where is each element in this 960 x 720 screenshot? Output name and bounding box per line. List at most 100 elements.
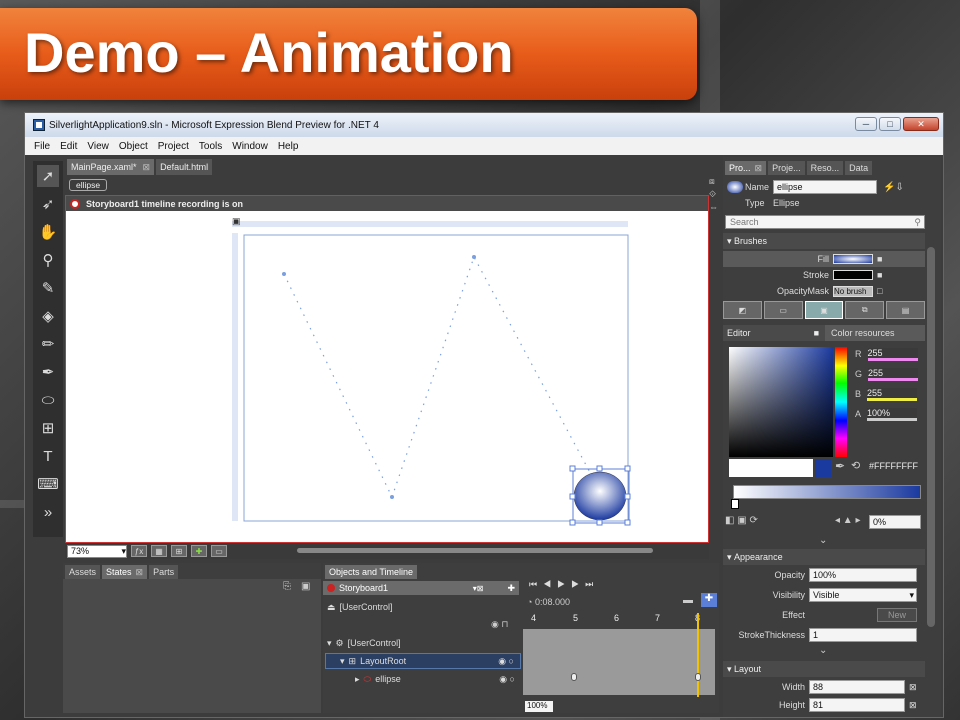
brush-resources-tab-icon[interactable]: ▤ bbox=[886, 301, 925, 319]
storyboard-options-icon[interactable]: ▾⊠ bbox=[473, 584, 484, 593]
visibility-eye-icon[interactable]: ◉ ○ bbox=[498, 656, 514, 667]
solid-brush-tab-icon[interactable]: ▭ bbox=[763, 301, 803, 319]
transition-preview-icon[interactable]: ▣ bbox=[301, 581, 310, 592]
menu-view[interactable]: View bbox=[82, 141, 114, 152]
resize-handle[interactable] bbox=[569, 519, 576, 526]
tab-assets[interactable]: Assets bbox=[65, 565, 101, 579]
advanced-options-icon[interactable]: ■ bbox=[877, 254, 882, 264]
horizontal-scrollbar[interactable] bbox=[297, 548, 653, 553]
gradient-mode-icons[interactable]: ◧ ▣ ⟳ bbox=[725, 515, 758, 526]
green-channel[interactable]: G 255 bbox=[855, 367, 925, 381]
record-keyframe-icon[interactable]: ▬ bbox=[683, 595, 693, 606]
new-storyboard-icon[interactable]: ✚ bbox=[507, 583, 515, 594]
window-titlebar[interactable]: SilverlightApplication9.sln - Microsoft … bbox=[25, 113, 943, 137]
selection-arrow-icon[interactable]: ➚ bbox=[37, 165, 59, 187]
storyboard-selector[interactable]: Storyboard1 ▾⊠ ✚ bbox=[323, 581, 519, 595]
asset-tool-icon[interactable]: ⌨ bbox=[37, 473, 59, 495]
artboard[interactable]: ▣ bbox=[65, 211, 709, 543]
playhead[interactable] bbox=[697, 613, 699, 697]
opacity-input[interactable]: 100% bbox=[809, 568, 917, 582]
direct-selection-icon[interactable]: ➶ bbox=[37, 193, 59, 215]
new-effect-button[interactable]: New bbox=[877, 608, 917, 622]
tree-item-scope[interactable]: ⏏ [UserControl] bbox=[327, 599, 393, 615]
text-tool-icon[interactable]: T bbox=[37, 445, 59, 467]
blue-channel[interactable]: B 255 bbox=[855, 387, 925, 401]
gradient-stop-offset[interactable]: 0% bbox=[869, 515, 921, 529]
maximize-button[interactable]: □ bbox=[879, 117, 901, 131]
tab-properties[interactable]: Pro... ⊠ bbox=[725, 161, 767, 175]
resize-handle[interactable] bbox=[624, 493, 631, 500]
brushes-section-header[interactable]: ▾ Brushes bbox=[723, 233, 925, 249]
stroke-row[interactable]: Stroke ■ bbox=[723, 267, 925, 283]
menu-help[interactable]: Help bbox=[273, 141, 304, 152]
keyframe-marker[interactable] bbox=[571, 673, 577, 681]
resize-handle[interactable] bbox=[624, 519, 631, 526]
close-tab-icon[interactable]: ⊠ bbox=[755, 163, 763, 174]
menu-project[interactable]: Project bbox=[153, 141, 194, 152]
tab-color-resources[interactable]: Color resources bbox=[825, 325, 925, 341]
minimize-button[interactable]: ─ bbox=[855, 117, 877, 131]
tree-item-ellipse[interactable]: ▸ ⬭ ellipse ◉ ○ bbox=[325, 671, 521, 687]
last-color-icon[interactable]: ⟲ bbox=[851, 459, 860, 472]
opacity-mask-swatch[interactable]: No brush bbox=[833, 285, 873, 297]
breadcrumb-ellipse[interactable]: ellipse bbox=[69, 179, 108, 191]
reverse-stops-icon[interactable]: ◂ ▲ ▸ bbox=[835, 515, 861, 526]
fx-toggle-icon[interactable]: ƒx bbox=[131, 545, 147, 557]
motion-path-point[interactable] bbox=[390, 495, 394, 499]
advanced-options-icon[interactable]: □ bbox=[877, 286, 882, 296]
ellipse-shape[interactable] bbox=[573, 471, 627, 521]
playback-controls[interactable]: ⏮◀▶▶⏭ bbox=[529, 579, 599, 590]
gradient-brush-tab-icon[interactable]: ▣ bbox=[804, 301, 844, 319]
tree-item-layoutroot[interactable]: ▾ ⊞ LayoutRoot ◉ ○ bbox=[325, 653, 521, 669]
name-input[interactable]: ellipse bbox=[773, 180, 877, 194]
eyedropper-icon[interactable]: ✒ bbox=[835, 459, 845, 473]
close-tab-icon[interactable]: ⊠ bbox=[136, 567, 144, 578]
visibility-select[interactable]: Visible ▾ bbox=[809, 588, 917, 602]
close-button[interactable]: ✕ bbox=[903, 117, 939, 131]
gradient-stop-handle[interactable] bbox=[731, 499, 739, 509]
resize-handle[interactable] bbox=[624, 465, 631, 472]
more-tools-icon[interactable]: » bbox=[37, 501, 59, 523]
tab-editor[interactable]: Editor ■ bbox=[723, 325, 825, 341]
tile-brush-tab-icon[interactable]: ⧉ bbox=[845, 301, 885, 319]
timeline-zoom[interactable]: 100% bbox=[525, 701, 553, 712]
pencil-icon[interactable]: ✏ bbox=[37, 333, 59, 355]
tree-item-usercontrol[interactable]: ▾ ⚙ [UserControl] bbox=[327, 635, 401, 651]
width-input[interactable]: 88 bbox=[809, 680, 905, 694]
artboard-side-icons[interactable]: ⧈ ⟐ ⇔ bbox=[709, 175, 723, 235]
tab-default-html[interactable]: Default.html bbox=[156, 159, 213, 175]
resize-handle[interactable] bbox=[596, 465, 603, 472]
motion-path-point[interactable] bbox=[282, 272, 286, 276]
grid-icon[interactable]: ▣ bbox=[232, 216, 241, 226]
paint-bucket-icon[interactable]: ◈ bbox=[37, 305, 59, 327]
tab-resources[interactable]: Reso... bbox=[806, 161, 844, 175]
layout-section-header[interactable]: ▾ Layout bbox=[723, 661, 925, 677]
motion-path-point[interactable] bbox=[472, 255, 476, 259]
editor-menu-icon[interactable]: ■ bbox=[814, 328, 819, 338]
alpha-input[interactable]: 100% bbox=[867, 407, 918, 421]
pen-icon[interactable]: ✒ bbox=[37, 361, 59, 383]
alpha-channel[interactable]: A 100% bbox=[855, 407, 925, 421]
stroke-thickness-input[interactable]: 1 bbox=[809, 628, 917, 642]
snapping-icon[interactable]: ✚ bbox=[701, 593, 717, 607]
tab-objects-timeline[interactable]: Objects and Timeline bbox=[325, 565, 418, 579]
resize-handle[interactable] bbox=[596, 519, 603, 526]
timeline-tracks[interactable] bbox=[523, 613, 715, 697]
tab-data[interactable]: Data bbox=[845, 161, 873, 175]
blue-input[interactable]: 255 bbox=[867, 387, 918, 401]
tab-mainpage-xaml[interactable]: MainPage.xaml* ⊠ bbox=[67, 159, 155, 175]
fill-swatch[interactable] bbox=[833, 254, 873, 264]
search-field[interactable]: Search ⚲ bbox=[725, 215, 925, 229]
playhead-time[interactable]: ◔ 0:08.000 bbox=[527, 597, 570, 607]
red-input[interactable]: 255 bbox=[867, 347, 918, 361]
keyframe-marker[interactable] bbox=[695, 673, 701, 681]
gradient-stop-bar[interactable] bbox=[733, 485, 921, 499]
snap-grid-icon[interactable]: ▦ bbox=[151, 545, 167, 557]
properties-scrollbar[interactable] bbox=[927, 247, 935, 627]
time-ruler[interactable]: 4 5 6 7 8 bbox=[523, 613, 715, 627]
color-picker-area[interactable] bbox=[729, 347, 833, 457]
visibility-eye-icon[interactable]: ◉ ○ bbox=[499, 674, 515, 685]
tab-projects[interactable]: Proje... bbox=[768, 161, 805, 175]
hex-value[interactable]: #FFFFFFFF bbox=[869, 461, 918, 471]
show-grid-icon[interactable]: ⊞ bbox=[171, 545, 187, 557]
